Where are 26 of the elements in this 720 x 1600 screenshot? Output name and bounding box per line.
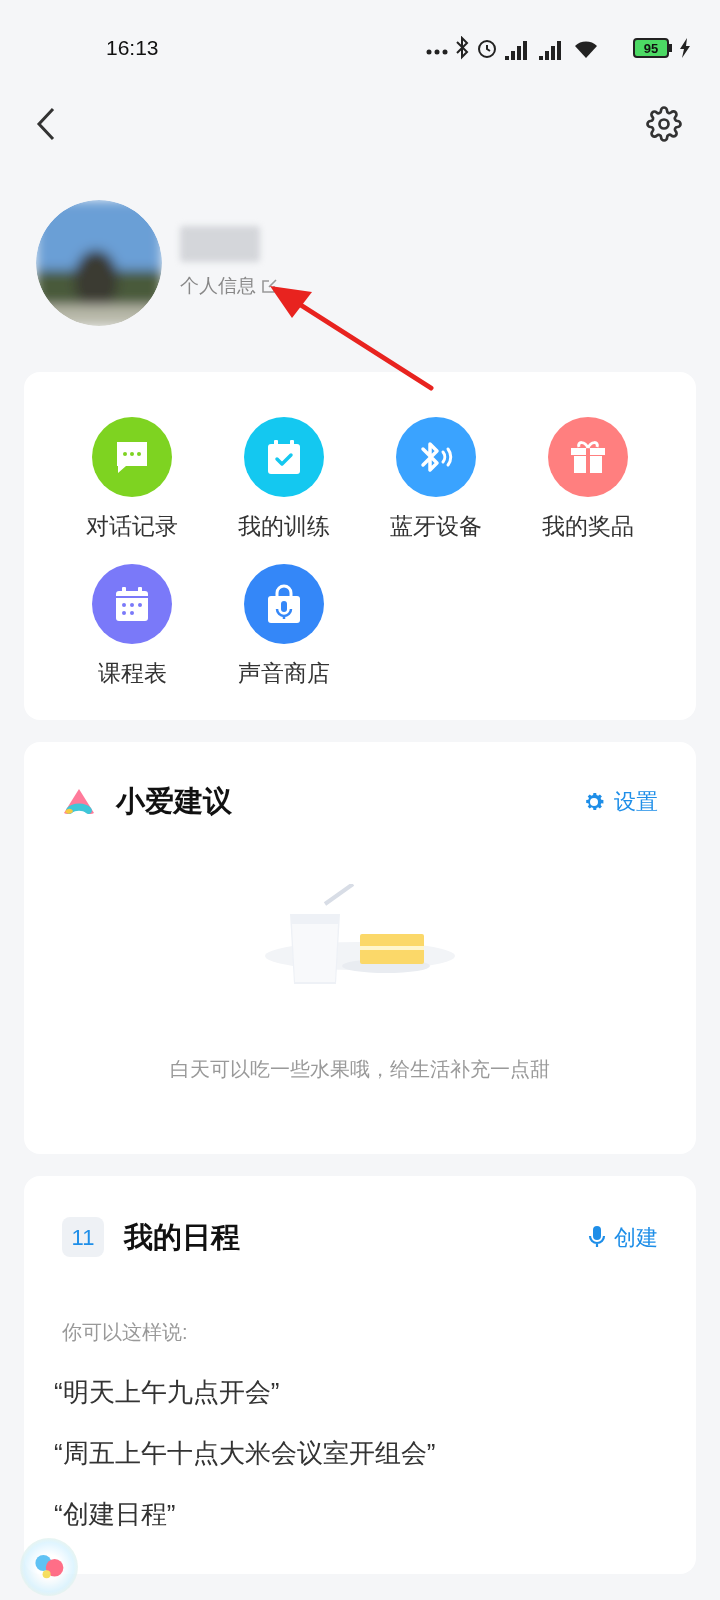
- settings-button[interactable]: [644, 104, 684, 144]
- shortcut-item[interactable]: 我的奖品: [522, 417, 654, 544]
- create-link[interactable]: 创建: [588, 1220, 658, 1254]
- edit-icon: [260, 277, 278, 295]
- chat-bubble-icon: [114, 440, 150, 474]
- date-badge: 11: [62, 1217, 104, 1258]
- shortcut-item[interactable]: 声音商店: [218, 563, 350, 690]
- charging-icon: [680, 38, 690, 58]
- shortcut-item[interactable]: 对话记录: [66, 417, 198, 544]
- suggestion-text: 白天可以吃一些水果哦，给生活补充一点甜: [169, 1056, 551, 1082]
- shortcut-item[interactable]: 蓝牙设备: [370, 417, 502, 544]
- calendar-check-icon: [267, 439, 301, 475]
- shortcut-item[interactable]: 课程表: [66, 563, 198, 690]
- shopping-bag-mic-icon: [267, 583, 301, 624]
- example-phrase: “周五上午十点大米会议室开组会”: [54, 1437, 437, 1470]
- example-phrase: “明天上午九点开会”: [54, 1376, 281, 1409]
- calendar-icon: [115, 585, 149, 622]
- status-time: 16:13: [106, 35, 159, 62]
- card-title: 我的日程: [124, 1219, 240, 1255]
- card-title: 小爱建议: [116, 784, 232, 819]
- hint-text: 你可以这样说:: [62, 1320, 189, 1345]
- example-phrase: “创建日程”: [54, 1498, 177, 1531]
- gift-icon: [570, 440, 606, 474]
- shortcut-item[interactable]: 我的训练: [218, 417, 350, 544]
- microphone-icon: [588, 1225, 606, 1250]
- battery-level: 95: [643, 41, 659, 55]
